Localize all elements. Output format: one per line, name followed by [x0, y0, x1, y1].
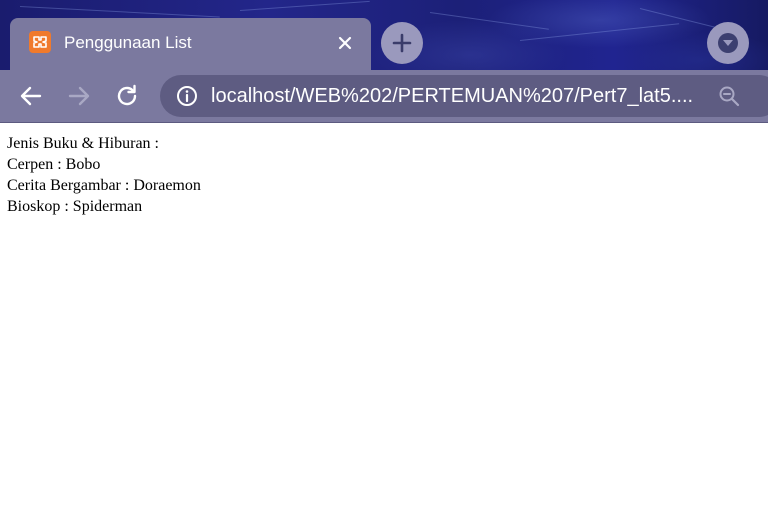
list-heading: Jenis Buku & Hiburan : [7, 135, 159, 152]
tab-title: Penggunaan List [64, 33, 192, 52]
new-tab-button[interactable] [381, 22, 423, 64]
page-content: Jenis Buku & Hiburan : Cerpen : Bobo Cer… [7, 133, 201, 217]
chevron-down-icon [718, 33, 738, 53]
url-text[interactable]: localhost/WEB%202/PERTEMUAN%207/Pert7_la… [211, 85, 693, 107]
forward-arrow-icon[interactable] [65, 82, 93, 110]
browser-toolbar: localhost/WEB%202/PERTEMUAN%207/Pert7_la… [0, 70, 768, 123]
wallpaper-texture [519, 23, 680, 41]
wallpaper-texture [239, 0, 370, 11]
reload-icon[interactable] [113, 82, 141, 110]
close-tab-icon[interactable] [335, 33, 355, 53]
list-item: Bioskop : Spiderman [7, 198, 143, 215]
back-arrow-icon[interactable] [17, 82, 45, 110]
browser-tab-active[interactable]: Penggunaan List [10, 18, 371, 70]
wallpaper-texture [19, 6, 220, 18]
tab-search-button[interactable] [707, 22, 749, 64]
plus-icon [392, 33, 412, 53]
xampp-logo-icon [29, 31, 51, 53]
list-item: Cerpen : Bobo [7, 156, 101, 173]
list-item: Cerita Bergambar : Doraemon [7, 177, 201, 194]
zoom-out-icon[interactable] [718, 85, 740, 107]
wallpaper-texture [429, 12, 549, 30]
info-icon[interactable] [176, 85, 198, 107]
address-bar[interactable]: localhost/WEB%202/PERTEMUAN%207/Pert7_la… [160, 75, 768, 117]
